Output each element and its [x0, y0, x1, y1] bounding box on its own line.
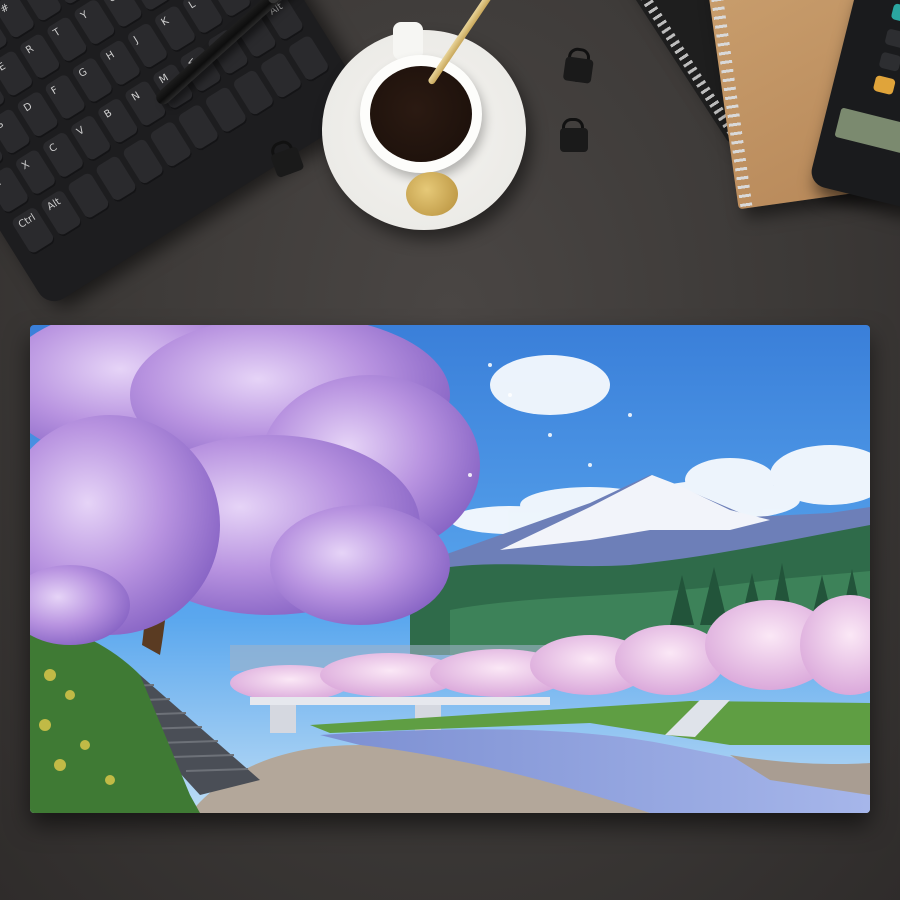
calculator-key [878, 51, 900, 72]
calculator-key [890, 3, 900, 24]
binder-clip [557, 46, 599, 99]
cherry-tree-canopy [30, 325, 480, 645]
binder-clip-jaw [560, 128, 588, 152]
mouse-pad-artwork [30, 325, 870, 813]
binder-clip [556, 118, 592, 166]
calculator-display [834, 107, 900, 154]
mouse-pad [30, 325, 870, 813]
binder-clip-jaw [562, 56, 594, 84]
spoon-bowl [406, 172, 458, 216]
calculator-key [884, 28, 900, 49]
calculator-key [872, 74, 896, 96]
coffee [370, 66, 472, 162]
